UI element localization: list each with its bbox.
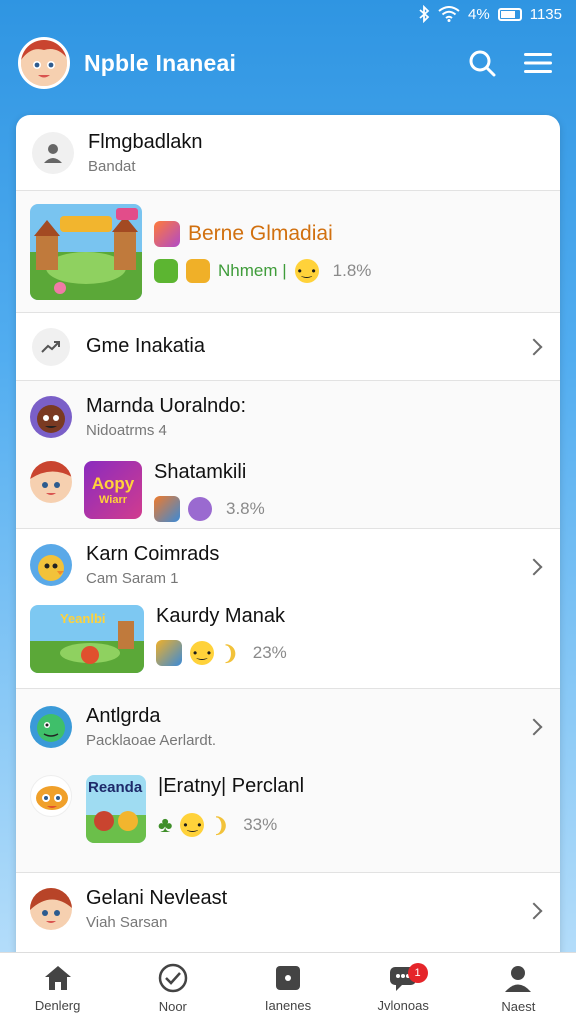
game-badge-icon [154, 496, 180, 522]
profile-name: Flmgbadlakn [88, 130, 203, 153]
section-link-label: Gme Inakatia [86, 335, 205, 357]
menu-button[interactable] [518, 43, 558, 83]
featured-stat-text: Nhmem | [218, 260, 287, 280]
user-name: Karn Coimrads [86, 543, 220, 565]
game-badge-icon [156, 640, 182, 666]
tab-messages[interactable]: 1 Jvlonoas [346, 953, 461, 1024]
section-link-row[interactable]: Gme Inakatia [16, 313, 560, 381]
status-bar: 4% 1135 [0, 0, 576, 28]
game-title: Shatamkili [154, 461, 247, 483]
chevron-right-icon [525, 338, 543, 355]
user-name: Marnda Uoralndo: [86, 395, 247, 417]
user-avatar [30, 706, 72, 748]
character-badge-icon [188, 497, 212, 521]
thumb-text: Reanda [88, 779, 143, 796]
thumb-text: Aopy [91, 474, 135, 493]
user-name: Gelani Nevleast [86, 887, 228, 909]
user-name: Antlgrda [86, 705, 161, 727]
game-pct: 33% [243, 815, 278, 834]
user-sub: Cam Saram 1 [86, 570, 179, 587]
tree-icon: ♣ [158, 812, 173, 837]
tab-profile[interactable]: Naest [461, 953, 576, 1024]
tab-label: Denlerg [34, 998, 81, 1013]
tab-label: Ianenes [264, 998, 312, 1013]
user-sub: Packlaoae Aerlardt. [86, 732, 217, 749]
wifi-icon [438, 6, 460, 22]
game-pct: 3.8% [226, 499, 265, 518]
app-bar: Npble Inaneai [0, 32, 576, 94]
tab-label: Naest [501, 999, 536, 1014]
app-title: Npble Inaneai [84, 49, 237, 76]
bluetooth-icon [418, 5, 430, 23]
puzzle-badge-icon [186, 258, 210, 283]
game-thumbnail[interactable]: Yeanlbi [30, 605, 144, 673]
tab-label: Noor [158, 999, 187, 1014]
featured-game-thumbnail[interactable] [30, 203, 142, 300]
list-item[interactable]: Antlgrda Packlaoae Aerlardt. Reanda |Era… [16, 689, 560, 873]
hamburger-icon [524, 53, 552, 73]
user-sub: Viah Sarsan [86, 914, 168, 931]
banana-icon: ❩ [212, 814, 230, 837]
tab-label: Jvlonoas [377, 998, 429, 1013]
square-icon [276, 966, 300, 990]
person-icon [44, 143, 62, 163]
person-icon [505, 966, 532, 992]
trend-arrow-icon [41, 340, 60, 353]
search-button[interactable] [462, 43, 502, 83]
tab-check[interactable]: Noor [115, 953, 230, 1024]
battery-icon [497, 7, 522, 21]
search-icon [469, 50, 496, 77]
check-circle-icon [158, 963, 188, 993]
list-item[interactable]: Karn Coimrads Cam Saram 1 Yeanlbi Kaurdy… [16, 529, 560, 689]
list-item[interactable]: Marnda Uoralndo: Nidoatrms 4 Aopy Wiarr … [16, 381, 560, 529]
featured-pct: 1.8% [332, 260, 372, 280]
tab-home[interactable]: Denlerg [0, 953, 115, 1024]
chevron-right-icon [525, 718, 543, 736]
thumb-text: Yeanlbi [60, 611, 106, 626]
chevron-right-icon [525, 558, 543, 576]
clock: 1135 [529, 5, 562, 23]
game-title: |Eratny| Perclanl [158, 775, 305, 797]
game-pct: 23% [252, 643, 287, 662]
game-thumbnail[interactable]: Reanda [86, 775, 146, 843]
battery-percent: 4% [468, 5, 490, 23]
app-avatar[interactable] [18, 37, 70, 89]
user-avatar [30, 544, 72, 586]
game-badge-icon [154, 220, 180, 247]
profile-sub: Bandat [88, 157, 136, 175]
bottom-tab-bar: Denlerg Noor Ianenes 1 Jvlonoas Naest [0, 952, 576, 1024]
character-avatar [30, 775, 72, 817]
notification-badge: 1 [407, 963, 428, 983]
thumb-subtext: Wiarr [98, 494, 128, 506]
game-thumbnail[interactable]: Aopy Wiarr [84, 461, 142, 519]
featured-game-title: Berne Glmadiai [188, 221, 333, 245]
featured-game-row[interactable]: Berne Glmadiai Nhmem | •‿• 1.8% [16, 191, 560, 313]
content-card: Flmgbadlakn Bandat Berne Glmadiai Nhmem … [16, 115, 560, 975]
user-avatar [30, 888, 72, 930]
smile-icon: •‿• [180, 813, 205, 837]
tab-games[interactable]: Ianenes [230, 953, 345, 1024]
trend-icon-wrap [32, 327, 70, 366]
profile-avatar [32, 131, 74, 174]
smile-icon: •‿• [294, 258, 319, 283]
user-avatar-small [30, 461, 72, 503]
user-avatar [30, 396, 72, 438]
home-icon [44, 966, 71, 990]
check-badge-icon [154, 258, 178, 283]
game-title: Kaurdy Manak [156, 605, 285, 627]
profile-row[interactable]: Flmgbadlakn Bandat [16, 115, 560, 191]
smile-icon: •‿• [190, 641, 214, 665]
banana-icon: ❩ [222, 642, 239, 665]
user-sub: Nidoatrms 4 [86, 422, 167, 439]
chevron-right-icon [525, 902, 543, 920]
